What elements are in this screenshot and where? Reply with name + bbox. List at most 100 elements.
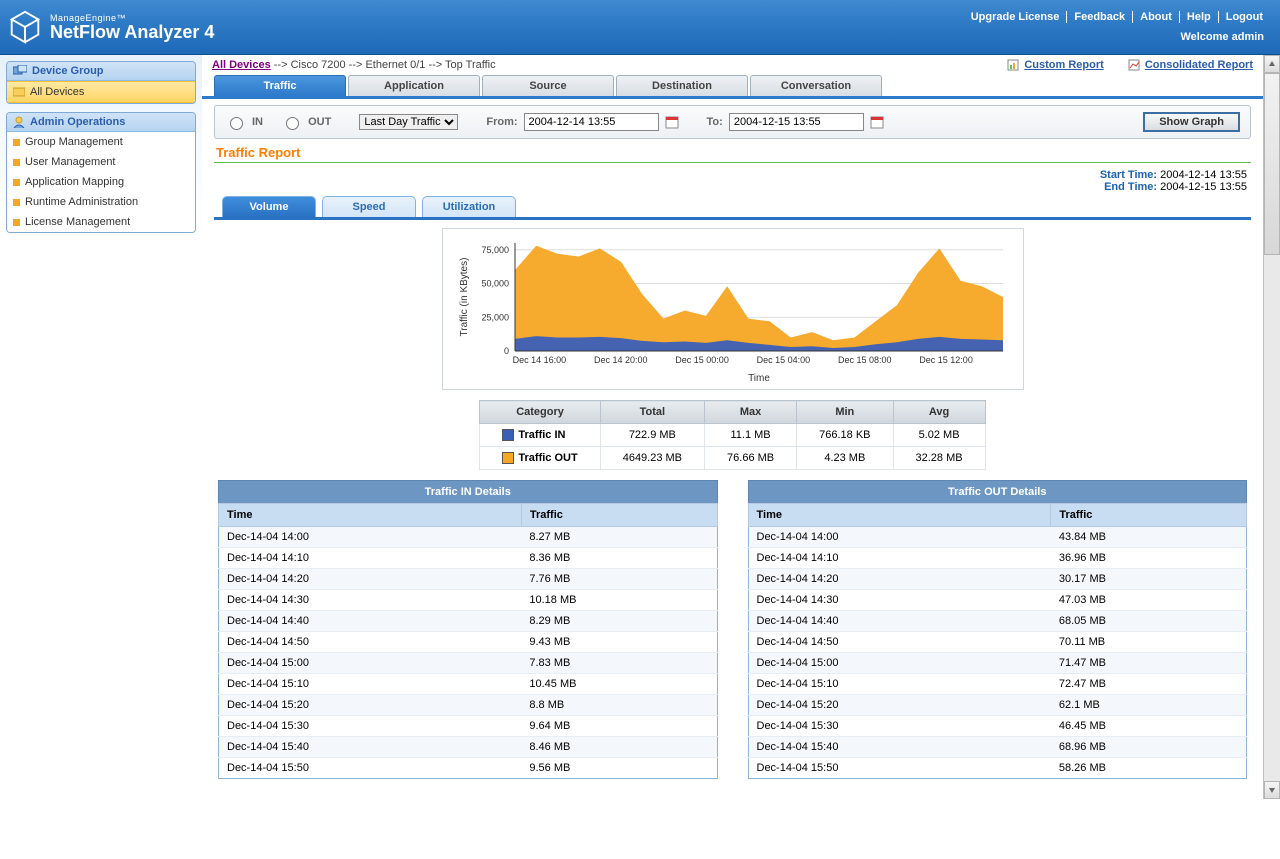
svg-text:75,000: 75,000 <box>481 245 509 255</box>
top-banner: ManageEngine™ NetFlow Analyzer 4 Upgrade… <box>0 0 1280 55</box>
sidebar-item-admin-2[interactable]: Application Mapping <box>7 172 195 192</box>
user-icon <box>13 116 25 128</box>
bullet-icon <box>13 219 20 226</box>
custom-report-icon <box>1007 59 1019 71</box>
link-logout[interactable]: Logout <box>1219 11 1270 23</box>
vertical-scrollbar[interactable] <box>1263 55 1280 799</box>
calendar-icon[interactable] <box>665 115 679 129</box>
table-row: Dec-14-04 15:408.46 MB <box>219 737 718 758</box>
table-row: Dec-14-04 14:5070.11 MB <box>748 632 1247 653</box>
svg-text:Traffic (in KBytes): Traffic (in KBytes) <box>459 258 470 337</box>
table-row: Dec-14-04 15:007.83 MB <box>219 653 718 674</box>
to-label: To: <box>707 116 723 128</box>
time-range-display: Start Time: 2004-12-14 13:55 End Time: 2… <box>202 169 1263 196</box>
sidebar-item-admin-1[interactable]: User Management <box>7 152 195 172</box>
sidebar-item-label: Application Mapping <box>25 176 124 188</box>
table-row: Dec-14-04 14:1036.96 MB <box>748 548 1247 569</box>
main-content: All Devices --> Cisco 7200 --> Ethernet … <box>202 55 1263 799</box>
select-time-range[interactable]: Last Day Traffic <box>359 114 458 130</box>
bullet-icon <box>13 139 20 146</box>
sidebar-item-admin-3[interactable]: Runtime Administration <box>7 192 195 212</box>
sidebar-item-label: All Devices <box>30 86 84 98</box>
sidebar-item-label: Group Management <box>25 136 123 148</box>
to-input[interactable] <box>729 113 864 131</box>
svg-text:Dec 14 20:00: Dec 14 20:00 <box>593 355 647 365</box>
logo: ManageEngine™ NetFlow Analyzer 4 <box>6 8 214 46</box>
table-row: Dec-14-04 15:4068.96 MB <box>748 737 1247 758</box>
breadcrumb-trail: --> Cisco 7200 --> Ethernet 0/1 --> Top … <box>274 59 496 71</box>
panel-admin-ops: Admin Operations Group Management User Ma… <box>6 112 196 233</box>
svg-text:50,000: 50,000 <box>481 279 509 289</box>
table-row: Dec-14-04 14:3010.18 MB <box>219 590 718 611</box>
bullet-icon <box>13 179 20 186</box>
subtab-speed[interactable]: Speed <box>322 196 416 217</box>
link-upgrade-license[interactable]: Upgrade License <box>964 11 1068 23</box>
consolidated-report-icon <box>1128 59 1140 71</box>
link-consolidated-report[interactable]: Consolidated Report <box>1145 59 1253 71</box>
calendar-icon[interactable] <box>870 115 884 129</box>
sidebar-item-admin-0[interactable]: Group Management <box>7 132 195 152</box>
cube-logo-icon <box>6 8 44 46</box>
svg-text:0: 0 <box>503 346 508 356</box>
traffic-chart: 025,00050,00075,000Dec 14 16:00Dec 14 20… <box>442 228 1024 390</box>
bullet-icon <box>13 199 20 206</box>
sidebar-item-all-devices[interactable]: All Devices <box>7 81 195 103</box>
link-custom-report[interactable]: Custom Report <box>1024 59 1103 71</box>
table-row: Dec-14-04 14:207.76 MB <box>219 569 718 590</box>
tab-destination[interactable]: Destination <box>616 75 748 96</box>
bullet-icon <box>13 159 20 166</box>
tab-traffic[interactable]: Traffic <box>214 75 346 96</box>
radio-in-label: IN <box>252 116 263 128</box>
sidebar-item-label: Runtime Administration <box>25 196 138 208</box>
table-row: Dec-14-04 15:509.56 MB <box>219 758 718 779</box>
from-input[interactable] <box>524 113 659 131</box>
summary-table: CategoryTotalMaxMinAvg Traffic IN722.9 M… <box>479 400 985 470</box>
table-row: Dec-14-04 14:2030.17 MB <box>748 569 1247 590</box>
top-links: Upgrade License Feedback About Help Logo… <box>964 11 1270 23</box>
panel-device-group: Device Group All Devices <box>6 61 196 104</box>
link-about[interactable]: About <box>1133 11 1180 23</box>
scroll-down-arrow-icon[interactable] <box>1264 781 1280 799</box>
scrollbar-thumb[interactable] <box>1264 73 1280 255</box>
svg-text:25,000: 25,000 <box>481 312 509 322</box>
table-row: Dec-14-04 15:309.64 MB <box>219 716 718 737</box>
sidebar-item-label: User Management <box>25 156 116 168</box>
brand-main: NetFlow Analyzer 4 <box>50 23 214 41</box>
tab-application[interactable]: Application <box>348 75 480 96</box>
summary-row: Traffic IN722.9 MB11.1 MB766.18 KB5.02 M… <box>480 424 985 447</box>
show-graph-button[interactable]: Show Graph <box>1143 112 1240 132</box>
table-row: Dec-14-04 15:2062.1 MB <box>748 695 1247 716</box>
table-row: Dec-14-04 15:1010.45 MB <box>219 674 718 695</box>
tab-source[interactable]: Source <box>482 75 614 96</box>
report-title: Traffic Report <box>216 145 1249 160</box>
summary-row: Traffic OUT4649.23 MB76.66 MB4.23 MB32.2… <box>480 447 985 470</box>
from-label: From: <box>486 116 517 128</box>
radio-out-label: OUT <box>308 116 331 128</box>
table-row: Dec-14-04 14:3047.03 MB <box>748 590 1247 611</box>
breadcrumb-root[interactable]: All Devices <box>212 59 271 71</box>
table-row: Dec-14-04 15:3046.45 MB <box>748 716 1247 737</box>
table-caption: Traffic IN Details <box>218 480 718 503</box>
table-row: Dec-14-04 14:4068.05 MB <box>748 611 1247 632</box>
tab-conversation[interactable]: Conversation <box>750 75 882 96</box>
table-row: Dec-14-04 15:5058.26 MB <box>748 758 1247 779</box>
traffic-in-details-table: Traffic IN Details TimeTraffic Dec-14-04… <box>218 480 718 779</box>
subtab-volume[interactable]: Volume <box>222 196 316 217</box>
radio-out[interactable] <box>286 117 299 130</box>
breadcrumb: All Devices --> Cisco 7200 --> Ethernet … <box>212 59 496 71</box>
link-feedback[interactable]: Feedback <box>1067 11 1133 23</box>
svg-text:Dec 15 00:00: Dec 15 00:00 <box>675 355 729 365</box>
table-row: Dec-14-04 15:208.8 MB <box>219 695 718 716</box>
link-help[interactable]: Help <box>1180 11 1219 23</box>
panel-title: Admin Operations <box>30 116 125 128</box>
table-row: Dec-14-04 14:0043.84 MB <box>748 527 1247 548</box>
subtab-utilization[interactable]: Utilization <box>422 196 516 217</box>
scroll-up-arrow-icon[interactable] <box>1264 55 1280 73</box>
table-caption: Traffic OUT Details <box>748 480 1248 503</box>
sidebar-item-admin-4[interactable]: License Management <box>7 212 195 232</box>
options-bar: IN OUT Last Day Traffic From: To: Show G… <box>214 105 1251 139</box>
radio-in[interactable] <box>230 117 243 130</box>
table-row: Dec-14-04 14:008.27 MB <box>219 527 718 548</box>
divider <box>214 162 1251 163</box>
traffic-out-details-table: Traffic OUT Details TimeTraffic Dec-14-0… <box>748 480 1248 779</box>
